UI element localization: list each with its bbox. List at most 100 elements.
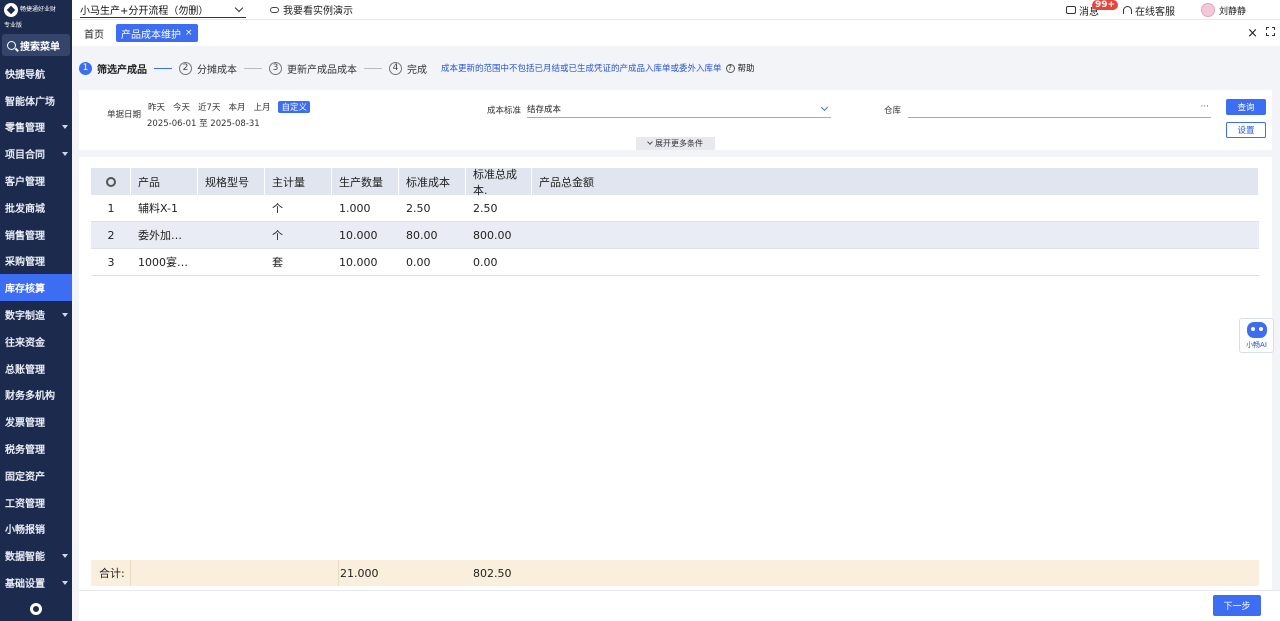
ai-assistant-button[interactable]: 小畅AI	[1239, 318, 1274, 353]
cell-amount	[532, 222, 1259, 248]
sidebar-item[interactable]: 数字制造	[0, 301, 72, 328]
demo-link[interactable]: 我要看实例演示	[270, 2, 353, 17]
sidebar-item[interactable]: 税务管理	[0, 435, 72, 462]
fullscreen-icon[interactable]	[1266, 27, 1275, 36]
chevron-down-icon	[820, 103, 829, 111]
next-step-button[interactable]: 下一步	[1213, 595, 1261, 616]
sidebar-item[interactable]: 采购管理	[0, 248, 72, 275]
step-connector	[154, 67, 172, 69]
sidebar-item[interactable]: 快捷导航	[0, 60, 72, 87]
tab-home[interactable]: 首页	[84, 26, 104, 41]
quick-date-this-month[interactable]: 本月	[228, 101, 245, 113]
table-row[interactable]: 1 辅料X-1 个 1.000 2.50 2.50	[91, 195, 1259, 222]
sidebar-item[interactable]: 基础设置	[0, 569, 72, 596]
cell-std-cost: 2.50	[406, 201, 431, 215]
brand-edition: 专业版	[4, 22, 23, 29]
more-icon[interactable]: ···	[1200, 102, 1209, 112]
sidebar-item[interactable]: 项目合同	[0, 140, 72, 167]
column-settings[interactable]	[91, 168, 131, 195]
headset-icon	[1122, 6, 1132, 14]
sidebar-item[interactable]: 零售管理	[0, 114, 72, 141]
column-header: 标准总成本.	[466, 168, 532, 197]
sidebar-item[interactable]: 客户管理	[0, 167, 72, 194]
cell-qty: 10.000	[339, 228, 378, 242]
chevron-down-icon	[647, 139, 653, 145]
date-label: 单据日期	[107, 110, 142, 120]
user-menu[interactable]: 刘静静	[1200, 3, 1246, 17]
sidebar-item-label: 基础设置	[5, 579, 45, 591]
step-4: 4 完成	[389, 61, 427, 76]
sidebar-item[interactable]: 固定资产	[0, 462, 72, 489]
caret-down-icon	[62, 580, 68, 585]
expand-conditions-button[interactable]: 展开更多条件	[636, 137, 715, 150]
step-label: 更新产成品成本	[287, 64, 357, 76]
sidebar-item[interactable]: 数据智能	[0, 542, 72, 569]
sidebar-item[interactable]: 往来资金	[0, 328, 72, 355]
table-header: 产品 规格型号 主计量 生产数量 标准成本 标准总成本. 产品总金额	[91, 168, 1259, 197]
tab-product-cost[interactable]: 产品成本维护 ×	[116, 24, 198, 42]
quick-date-today[interactable]: 今天	[173, 101, 190, 113]
total-qty: 21.000	[340, 566, 379, 580]
cell-spec	[198, 195, 265, 221]
online-service-button[interactable]: 在线客服	[1122, 3, 1175, 18]
sidebar-item[interactable]: 总账管理	[0, 355, 72, 382]
sidebar-item-label: 客户管理	[5, 177, 45, 189]
sidebar-item[interactable]: 智能体广场	[0, 87, 72, 114]
help-link[interactable]: ? 帮助	[725, 62, 755, 74]
step-number: 2	[179, 61, 192, 75]
sidebar-item[interactable]: 库存核算	[0, 274, 72, 302]
total-std-cost: 802.50	[473, 566, 512, 580]
step-wizard: 1 筛选产成品 2 分摊成本 3 更新产成品成本 4 完成 成本更新的范围中不包…	[79, 58, 755, 78]
sidebar-item-label: 财务多机构	[5, 391, 55, 403]
cell-product: 委外加…	[138, 229, 182, 242]
cell-std-total: 2.50	[473, 201, 498, 215]
sidebar-item[interactable]: 发票管理	[0, 408, 72, 435]
close-icon[interactable]: ×	[1247, 26, 1258, 41]
search-menu-button[interactable]: 搜索菜单	[2, 34, 70, 56]
table-panel: 产品 规格型号 主计量 生产数量 标准成本 标准总成本. 产品总金额 1 辅料X…	[79, 157, 1272, 591]
sidebar-item-label: 零售管理	[5, 123, 45, 135]
quick-date-yesterday[interactable]: 昨天	[148, 101, 165, 113]
cell-unit: 套	[272, 256, 283, 269]
topbar: 小马生产+分开流程（勿删） 我要看实例演示 消息 99+ 在线客服 刘静静	[72, 0, 1280, 20]
sidebar-item-label: 工资管理	[5, 498, 45, 510]
caret-down-icon	[62, 124, 68, 129]
message-icon	[1065, 6, 1076, 14]
query-button[interactable]: 查询	[1226, 99, 1266, 115]
date-range-input[interactable]: 2025-06-01 至 2025-08-31	[147, 117, 260, 129]
settings-button[interactable]: 设置	[1226, 122, 1266, 138]
table-row[interactable]: 2 委外加… 个 10.000 80.00 800.00	[91, 222, 1259, 249]
brand-logo-icon	[4, 3, 18, 17]
sidebar-item-label: 发票管理	[5, 418, 45, 430]
sidebar-item-label: 固定资产	[5, 471, 45, 483]
sidebar-item[interactable]: 财务多机构	[0, 382, 72, 409]
step-connector	[364, 67, 382, 69]
warehouse-field[interactable]: ···	[908, 100, 1211, 118]
column-header: 标准成本	[399, 168, 466, 195]
cell-qty: 1.000	[339, 201, 371, 215]
step-number: 1	[79, 61, 92, 75]
quick-date-7days[interactable]: 近7天	[198, 101, 220, 113]
demo-link-label: 我要看实例演示	[283, 6, 353, 17]
quick-date-last-month[interactable]: 上月	[253, 101, 270, 113]
step-2: 2 分摊成本	[179, 61, 237, 76]
sidebar-item[interactable]: 小畅报销	[0, 516, 72, 543]
help-icon: ?	[725, 63, 735, 73]
sidebar-item[interactable]: 批发商城	[0, 194, 72, 221]
quick-date-custom[interactable]: 自定义	[278, 101, 310, 113]
cost-standard-select[interactable]: 结存成本	[527, 100, 831, 118]
sidebar-item-label: 税务管理	[5, 445, 45, 457]
table-row[interactable]: 3 1000宴… 套 10.000 0.00 0.00	[91, 249, 1259, 276]
account-select[interactable]: 小马生产+分开流程（勿删）	[80, 1, 246, 18]
gear-icon[interactable]	[30, 603, 42, 615]
cell-std-total: 800.00	[473, 228, 512, 242]
sidebar-item-label: 库存核算	[5, 284, 45, 296]
sidebar-item[interactable]: 销售管理	[0, 221, 72, 248]
cost-standard-value: 结存成本	[527, 104, 562, 115]
tab-close-icon[interactable]: ×	[185, 28, 193, 38]
help-label: 帮助	[737, 64, 755, 74]
robot-icon	[1246, 322, 1267, 338]
column-header: 产品	[131, 168, 198, 195]
messages-button[interactable]: 消息 99+	[1065, 0, 1119, 18]
sidebar-item[interactable]: 工资管理	[0, 489, 72, 516]
